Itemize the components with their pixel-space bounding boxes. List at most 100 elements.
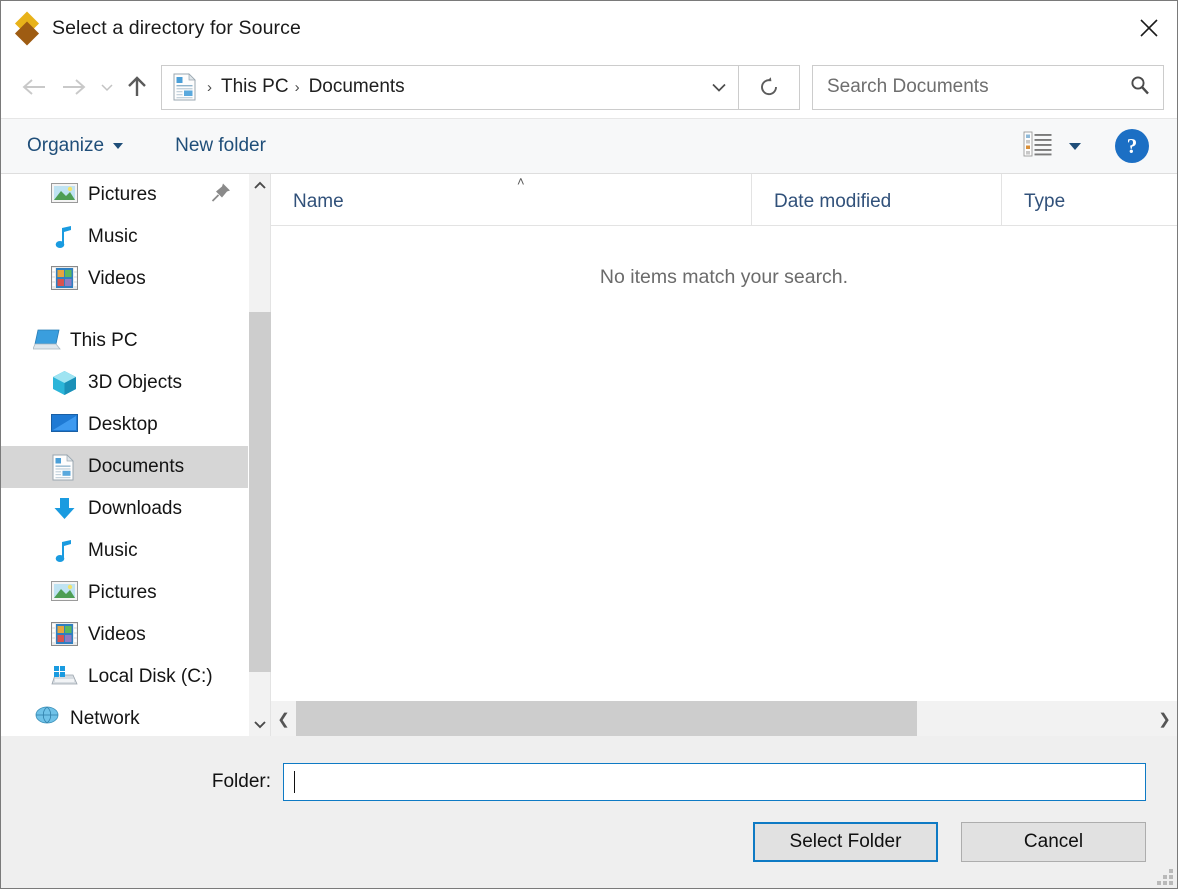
- organize-label: Organize: [27, 135, 105, 156]
- sidebar-scroll-thumb[interactable]: [249, 312, 271, 672]
- sidebar-item-label: Local Disk (C:): [88, 666, 213, 687]
- organize-button[interactable]: Organize: [27, 135, 124, 157]
- sidebar-item-network[interactable]: Network: [1, 698, 248, 736]
- column-label: Date modified: [774, 191, 892, 212]
- sidebar-item-desktop[interactable]: Desktop: [1, 404, 248, 446]
- dialog-body: Pictures Music Videos This PC 3D Objects…: [1, 174, 1177, 736]
- view-options-button[interactable]: [1023, 131, 1081, 162]
- refresh-icon[interactable]: [738, 64, 800, 110]
- breadcrumb-chevron-down-icon[interactable]: [700, 81, 738, 93]
- text-cursor: [294, 771, 295, 793]
- sidebar-item-label: Desktop: [88, 414, 158, 435]
- this-pc-icon: [32, 328, 61, 355]
- view-chevron-down-icon: [1069, 142, 1081, 150]
- column-header-type[interactable]: Type: [1001, 174, 1177, 225]
- folder-label: Folder:: [211, 771, 271, 792]
- up-arrow-icon[interactable]: [120, 67, 154, 107]
- search-placeholder: Search Documents: [827, 76, 989, 97]
- sidebar-item-documents[interactable]: Documents: [1, 446, 248, 488]
- resize-grip[interactable]: [1157, 869, 1173, 885]
- sidebar-item-pictures[interactable]: Pictures: [1, 174, 248, 216]
- folder-name-row: Folder:: [1, 736, 1177, 801]
- sidebar-item-3d-objects[interactable]: 3D Objects: [1, 362, 248, 404]
- help-button[interactable]: ?: [1115, 129, 1149, 163]
- breadcrumb[interactable]: › This PC › Documents: [161, 64, 738, 110]
- videos-film-icon: [51, 621, 78, 649]
- new-folder-button[interactable]: New folder: [175, 135, 266, 157]
- recent-locations-chevron-icon[interactable]: [94, 67, 120, 107]
- pictures-icon: [51, 182, 78, 209]
- back-arrow-icon[interactable]: [14, 67, 54, 107]
- documents-icon: [51, 453, 78, 481]
- 3d-objects-cube-icon: [51, 370, 78, 397]
- navigation-bar: › This PC › Documents Search Documents: [1, 56, 1177, 118]
- search-input[interactable]: Search Documents: [812, 64, 1164, 110]
- sidebar-item-label: Pictures: [88, 582, 157, 603]
- sidebar-item-local-disk-c[interactable]: Local Disk (C:): [1, 656, 248, 698]
- folder-picker-dialog: Select a directory for Source › This PC …: [0, 0, 1178, 889]
- command-toolbar: Organize New folder ?: [1, 118, 1177, 174]
- forward-arrow-icon[interactable]: [54, 67, 94, 107]
- chevron-down-icon: [113, 143, 124, 149]
- sidebar-item-label: Documents: [88, 456, 185, 477]
- diamond-logo-icon: [12, 10, 42, 46]
- sidebar-item-label: Videos: [88, 624, 146, 645]
- new-folder-label: New folder: [175, 135, 266, 156]
- sort-ascending-icon: ˄: [517, 174, 525, 189]
- sidebar-item-this-pc[interactable]: This PC: [1, 320, 248, 362]
- videos-film-icon: [51, 265, 78, 293]
- column-headers: ˄ Name Date modified Type: [271, 174, 1177, 226]
- help-label: ?: [1126, 133, 1138, 158]
- column-header-date-modified[interactable]: Date modified: [751, 174, 1001, 225]
- file-list-horizontal-scrollbar[interactable]: ❮ ❯: [271, 701, 1177, 736]
- horizontal-scroll-thumb[interactable]: [296, 701, 917, 736]
- horizontal-scroll-track[interactable]: [296, 701, 1152, 736]
- breadcrumb-separator-2: ›: [294, 78, 300, 96]
- sidebar-item-label: Downloads: [88, 498, 182, 519]
- title-bar: Select a directory for Source: [1, 1, 1177, 56]
- sidebar-item-label: Music: [88, 226, 138, 247]
- view-layout-icon: [1023, 131, 1053, 162]
- navigation-sidebar: Pictures Music Videos This PC 3D Objects…: [1, 174, 248, 736]
- sidebar-item-downloads[interactable]: Downloads: [1, 488, 248, 530]
- sidebar-item-music-2[interactable]: Music: [1, 530, 248, 572]
- sidebar-item-videos-2[interactable]: Videos: [1, 614, 248, 656]
- music-note-icon: [51, 224, 78, 251]
- scroll-right-arrow-icon[interactable]: ❯: [1152, 701, 1177, 736]
- sidebar-item-videos[interactable]: Videos: [1, 258, 248, 300]
- close-icon[interactable]: [1121, 1, 1177, 55]
- scroll-left-arrow-icon[interactable]: ❮: [271, 701, 296, 736]
- breadcrumb-bar: › This PC › Documents: [161, 64, 800, 110]
- sidebar-item-pictures-2[interactable]: Pictures: [1, 572, 248, 614]
- dialog-footer: Folder: Select Folder Cancel: [1, 736, 1177, 888]
- file-list-pane: ˄ Name Date modified Type No items match…: [270, 174, 1177, 736]
- breadcrumb-item-this-pc[interactable]: This PC: [221, 76, 289, 98]
- music-note-icon: [51, 538, 78, 565]
- column-label: Name: [293, 191, 344, 212]
- column-header-name[interactable]: ˄ Name: [271, 174, 751, 225]
- local-disk-icon: [51, 664, 78, 691]
- breadcrumb-item-documents[interactable]: Documents: [309, 76, 405, 98]
- select-folder-label: Select Folder: [789, 831, 902, 852]
- dialog-buttons: Select Folder Cancel: [1, 801, 1177, 862]
- sidebar-item-music[interactable]: Music: [1, 216, 248, 258]
- sidebar-group-divider: [1, 300, 248, 320]
- sidebar-scrollbar[interactable]: [248, 174, 271, 736]
- select-folder-button[interactable]: Select Folder: [753, 822, 938, 862]
- sidebar-item-label: Network: [70, 708, 140, 729]
- scroll-down-chevron-icon[interactable]: [249, 712, 271, 736]
- sidebar-item-label: Music: [88, 540, 138, 561]
- sidebar-item-label: Videos: [88, 268, 146, 289]
- search-icon[interactable]: [1129, 74, 1151, 101]
- cancel-button[interactable]: Cancel: [961, 822, 1146, 862]
- scroll-up-chevron-icon[interactable]: [249, 174, 271, 198]
- cancel-label: Cancel: [1023, 831, 1084, 852]
- sidebar-item-label: This PC: [70, 330, 138, 351]
- column-label: Type: [1024, 191, 1066, 212]
- folder-input[interactable]: [283, 763, 1146, 801]
- window-title: Select a directory for Source: [52, 17, 301, 39]
- pictures-icon: [51, 580, 78, 607]
- empty-state-message: No items match your search.: [599, 266, 849, 288]
- sidebar-item-label: Pictures: [88, 184, 157, 205]
- pin-icon[interactable]: [210, 182, 232, 209]
